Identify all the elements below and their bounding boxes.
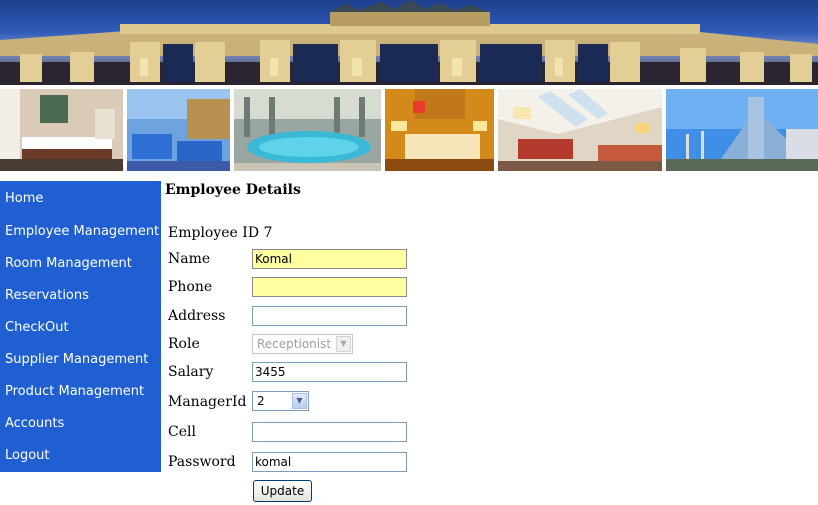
chevron-down-icon[interactable]: ▼ (292, 393, 307, 409)
chevron-down-icon: ▼ (336, 336, 351, 352)
password-field[interactable] (252, 452, 407, 472)
salary-label: Salary (168, 364, 214, 380)
sidebar-item-employee-management[interactable]: Employee Management (0, 216, 161, 248)
sidebar-item-home[interactable]: Home (0, 181, 161, 216)
hotel-building-photo (666, 89, 818, 171)
bedroom-photo (385, 89, 494, 171)
name-label: Name (168, 251, 211, 267)
sidebar-nav: Home Employee Management Room Management… (0, 181, 161, 472)
sidebar-item-accounts[interactable]: Accounts (0, 408, 161, 440)
managerid-label: ManagerId (168, 394, 247, 410)
name-field[interactable] (252, 249, 407, 269)
phone-field[interactable] (252, 277, 407, 297)
managerid-select-value: 2 (257, 394, 265, 408)
suite-photo (498, 89, 662, 171)
address-label: Address (168, 308, 226, 324)
address-field[interactable] (252, 306, 407, 326)
cell-label: Cell (168, 424, 196, 440)
cell-field[interactable] (252, 422, 407, 442)
role-select: Receptionist ▼ (252, 334, 353, 354)
pool-photo (234, 89, 381, 171)
managerid-select[interactable]: 2 ▼ (252, 391, 309, 411)
sidebar-item-reservations[interactable]: Reservations (0, 280, 161, 312)
employee-id-label: Employee ID (168, 225, 260, 241)
update-button[interactable]: Update (253, 480, 312, 502)
sidebar-item-room-management[interactable]: Room Management (0, 248, 161, 280)
sidebar-item-checkout[interactable]: CheckOut (0, 312, 161, 344)
sidebar-item-supplier-management[interactable]: Supplier Management (0, 344, 161, 376)
sidebar-item-logout[interactable]: Logout (0, 440, 161, 472)
password-label: Password (168, 454, 236, 470)
phone-label: Phone (168, 279, 213, 295)
role-select-value: Receptionist (257, 337, 332, 351)
employee-id-value: 7 (263, 225, 273, 241)
employee-id-row: Employee ID 7 (168, 225, 272, 241)
page-title: Employee Details (165, 182, 301, 198)
salary-field[interactable] (252, 362, 407, 382)
hotel-room-photo (0, 89, 123, 171)
role-label: Role (168, 336, 200, 352)
lounge-photo (127, 89, 230, 171)
sidebar-item-product-management[interactable]: Product Management (0, 376, 161, 408)
header-banner-image (0, 0, 818, 85)
